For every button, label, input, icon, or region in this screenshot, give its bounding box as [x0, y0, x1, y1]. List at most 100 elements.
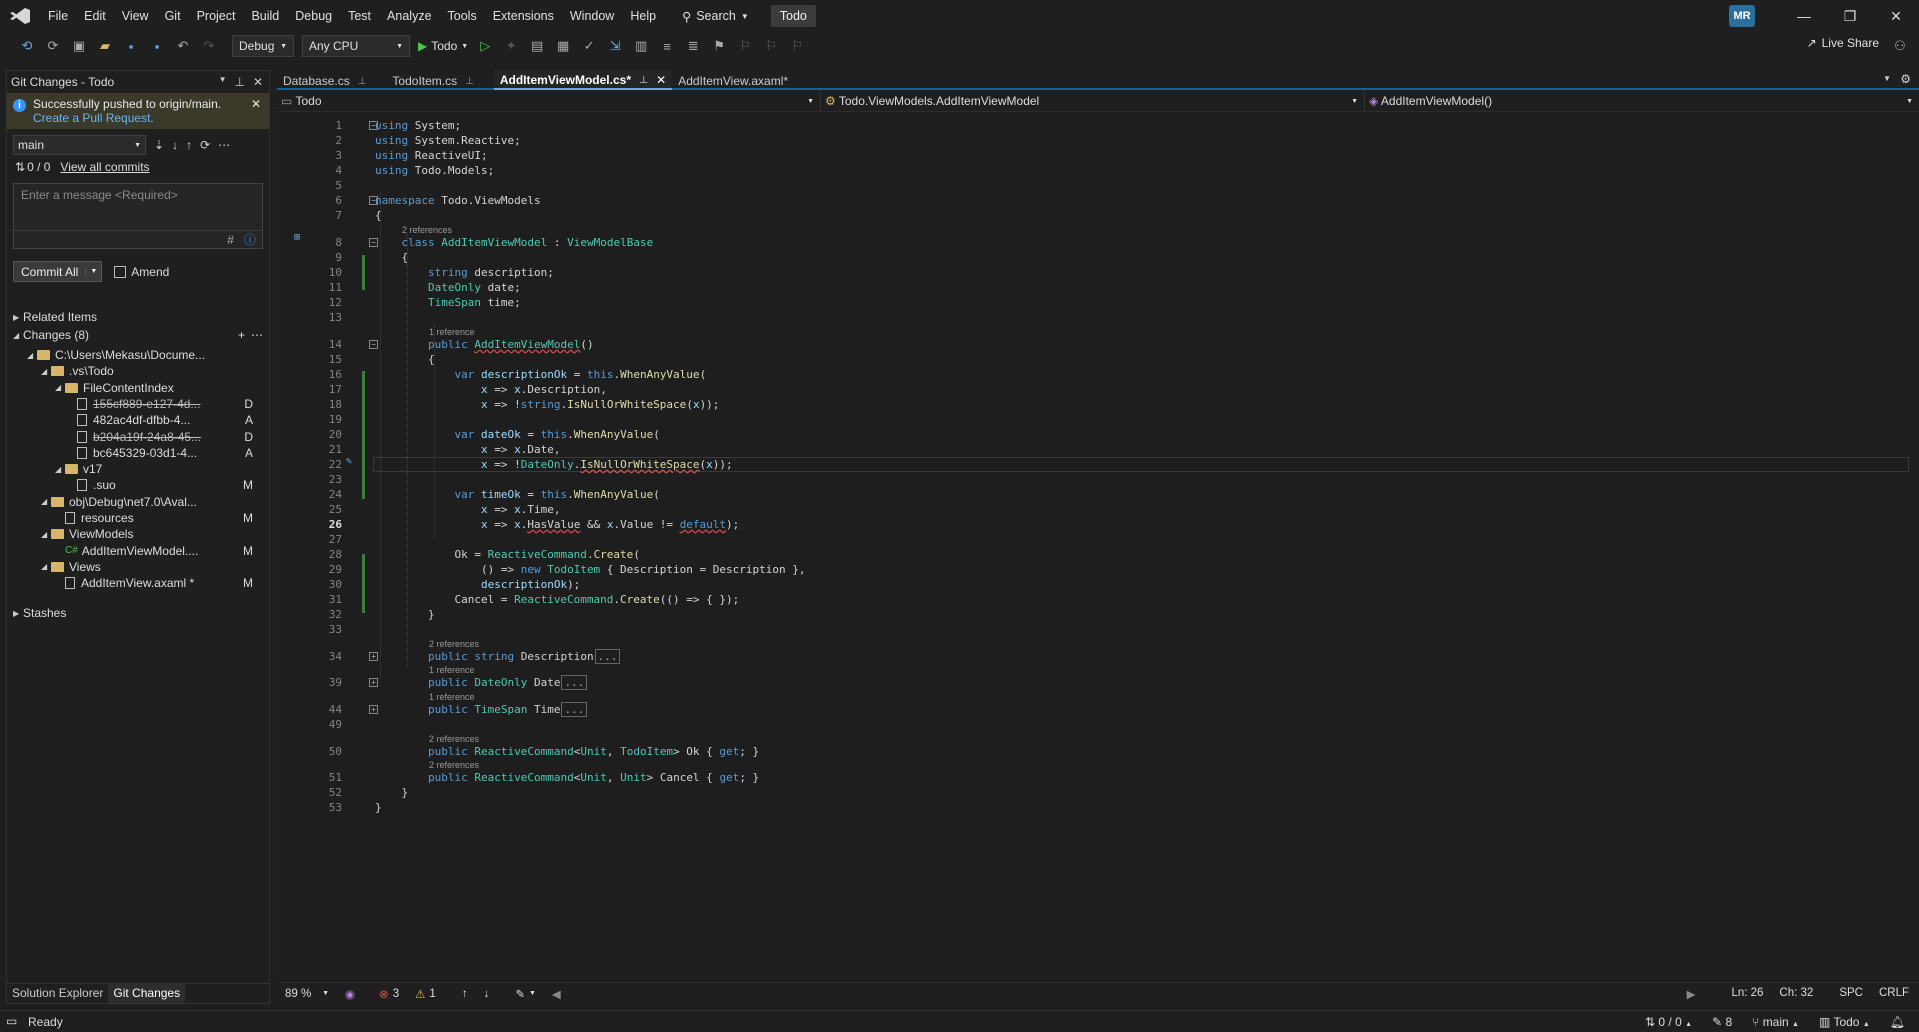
more-icon[interactable]: ⋯ [218, 138, 230, 152]
hash-icon[interactable]: # [227, 233, 234, 247]
settings-icon[interactable]: ⚙ [1900, 72, 1911, 86]
dismiss-icon[interactable]: ✕ [251, 97, 261, 111]
branch-status[interactable]: ⑂ main ▲ [1752, 1015, 1799, 1029]
chevron-down-icon[interactable]: ◢ [55, 383, 65, 392]
minimize-icon[interactable]: — [1781, 8, 1827, 24]
chevron-down-icon[interactable]: ◢ [41, 562, 51, 571]
chevron-down-icon[interactable]: ◢ [55, 465, 65, 474]
related-items-section[interactable]: ▶ Related Items [13, 307, 97, 327]
close-icon[interactable]: ✕ [1873, 8, 1919, 25]
code-cleanup-icon[interactable]: ✎ ▼ [507, 987, 544, 1001]
chevron-down-icon[interactable]: ◢ [27, 351, 37, 360]
platform-select[interactable]: Any CPU ▼ [302, 35, 410, 57]
hot-reload-icon[interactable]: ✦ [502, 37, 520, 55]
back-icon[interactable]: ⟲ [18, 37, 36, 55]
whitespace-indicator[interactable]: SPC [1839, 987, 1863, 1001]
repo-status[interactable]: ▥ Todo ▲ [1819, 1015, 1870, 1029]
scroll-right-icon[interactable]: ▶ [1687, 987, 1696, 1001]
feedback-icon[interactable]: ⚇ [1891, 37, 1909, 55]
stashes-section[interactable]: ▶ Stashes [13, 603, 66, 623]
menu-extensions[interactable]: Extensions [485, 0, 562, 32]
menu-git[interactable]: Git [157, 0, 189, 32]
more-icon[interactable]: ⋯ [251, 328, 263, 342]
zoom-select[interactable]: 89 % ▼ [277, 988, 337, 1000]
notifications-icon[interactable]: 🔔︎ [1890, 1015, 1905, 1029]
chevron-down-icon[interactable]: ◢ [41, 530, 51, 539]
changes-status[interactable]: ✎ 8 [1712, 1015, 1732, 1029]
commit-all-button[interactable]: Commit All ▼ [13, 261, 103, 282]
scroll-left-icon[interactable]: ◀ [544, 987, 569, 1001]
restore-icon[interactable]: ❐ [1827, 8, 1873, 25]
menu-file[interactable]: File [40, 0, 76, 32]
pull-icon[interactable]: ↓ [172, 138, 178, 152]
tab-list-icon[interactable]: ▼ [1883, 74, 1891, 83]
push-icon[interactable]: ↑ [186, 138, 192, 152]
tab-additemviewmodel-cs[interactable]: AddItemViewModel.cs* ⊥ ✕ [493, 70, 673, 90]
amend-checkbox[interactable]: Amend [114, 265, 169, 279]
copilot-icon[interactable]: ◉ [337, 987, 363, 1001]
bookmark-icon[interactable]: ⚑ [710, 37, 728, 55]
columns-icon[interactable]: ▥ [632, 37, 650, 55]
changes-section[interactable]: ◢ Changes (8) + ⋯ [13, 325, 263, 345]
clear-bookmark-icon[interactable]: ⚐ [788, 37, 806, 55]
step-icon[interactable]: ⇲ [606, 37, 624, 55]
avatar[interactable]: MR [1729, 5, 1755, 27]
tab-solution-explorer[interactable]: Solution Explorer [7, 984, 108, 1003]
info-circle-icon[interactable]: ⓘ [244, 231, 256, 248]
save-all-icon[interactable]: ▪ [148, 37, 166, 55]
commit-message-input[interactable]: Enter a message <Required> # ⓘ [13, 183, 263, 249]
menu-build[interactable]: Build [243, 0, 287, 32]
error-count[interactable]: ⊗ 3 [371, 987, 407, 1001]
menu-edit[interactable]: Edit [76, 0, 114, 32]
tab-database-cs[interactable]: Database.cs ⊥ [277, 70, 372, 90]
tab-git-changes[interactable]: Git Changes [108, 984, 186, 1003]
previous-issue-icon[interactable]: ↑ [454, 988, 476, 1000]
code-area[interactable]: ⊞ ✎ 1− using System; 2 using System.Reacti… [277, 114, 1919, 982]
spell-check-icon[interactable]: ✓ [580, 37, 598, 55]
tab-todoitem-cs[interactable]: TodoItem.cs ⊥ [386, 70, 479, 90]
menu-debug[interactable]: Debug [287, 0, 340, 32]
menu-view[interactable]: View [114, 0, 157, 32]
start-without-debugging-icon[interactable]: ▷ [476, 37, 494, 55]
pin-icon[interactable]: ⊥ [639, 75, 648, 86]
nav-class-select[interactable]: ⚙ Todo.ViewModels.AddItemViewModel ▼ [821, 90, 1365, 112]
chevron-down-icon[interactable]: ◢ [41, 497, 51, 506]
pin-icon[interactable]: ⊥ [358, 76, 367, 87]
view-all-commits-link[interactable]: View all commits [60, 160, 149, 174]
line-ending-indicator[interactable]: CRLF [1879, 987, 1909, 1001]
menu-help[interactable]: Help [622, 0, 664, 32]
undo-icon[interactable]: ↶ [174, 37, 192, 55]
new-project-icon[interactable]: ▣ [70, 37, 88, 55]
stage-all-icon[interactable]: + [238, 328, 245, 342]
redo-icon[interactable]: ↷ [200, 37, 218, 55]
branch-select[interactable]: main ▼ [13, 135, 146, 155]
close-tab-icon[interactable]: ✕ [656, 73, 666, 87]
menu-analyze[interactable]: Analyze [379, 0, 439, 32]
pin-icon[interactable]: ⊥ [465, 76, 474, 87]
warning-count[interactable]: ⚠ 1 [407, 987, 444, 1001]
nav-member-select[interactable]: ◈ AddItemViewModel() ▼ [1365, 90, 1919, 112]
open-folder-icon[interactable]: ▰ [96, 37, 114, 55]
chevron-down-icon[interactable]: ▼ [85, 268, 101, 275]
menu-test[interactable]: Test [340, 0, 379, 32]
layout-icon[interactable]: ▦ [554, 37, 572, 55]
tree-file[interactable]: AddItemView.axaml * M [65, 573, 263, 593]
commits-status[interactable]: ⇅ 0 / 0 ▲ [1645, 1015, 1692, 1029]
pin-icon[interactable]: ⊥ [234, 75, 244, 89]
close-panel-icon[interactable]: ✕ [253, 75, 263, 89]
next-bookmark-icon[interactable]: ⚐ [762, 37, 780, 55]
solution-name[interactable]: Todo [770, 5, 816, 27]
save-icon[interactable]: ▪ [122, 37, 140, 55]
chevron-down-icon[interactable]: ◢ [41, 367, 51, 376]
menu-project[interactable]: Project [189, 0, 244, 32]
tab-additemview-axaml[interactable]: AddItemView.axaml* [672, 70, 794, 90]
forward-icon[interactable]: ⟳ [44, 37, 62, 55]
create-pull-request-link[interactable]: Create a Pull Request. [33, 111, 154, 125]
prev-bookmark-icon[interactable]: ⚐ [736, 37, 754, 55]
sync-icon[interactable]: ⟳ [200, 138, 210, 152]
comment-icon[interactable]: ≡ [658, 37, 676, 55]
next-issue-icon[interactable]: ↓ [476, 988, 498, 1000]
menu-tools[interactable]: Tools [440, 0, 485, 32]
panel-dropdown-icon[interactable]: ▼ [219, 75, 227, 89]
configuration-select[interactable]: Debug ▼ [232, 35, 294, 57]
